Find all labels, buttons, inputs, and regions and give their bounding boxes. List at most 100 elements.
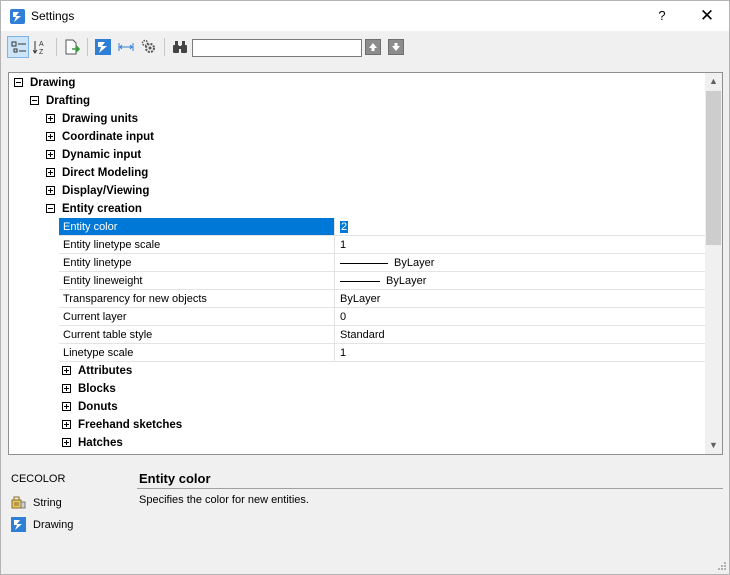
categorized-view-icon (11, 41, 26, 53)
toolbar-separator (164, 38, 165, 56)
property-value[interactable]: 1 (336, 344, 705, 361)
expand-icon[interactable] (62, 402, 71, 411)
title-bar: Settings ? ✕ (1, 1, 729, 31)
property-name: Entity linetype scale (59, 236, 335, 253)
property-value[interactable]: 0 (336, 308, 705, 325)
toolbar-separator (56, 38, 57, 56)
help-button[interactable]: ? (649, 3, 675, 29)
program-options-button[interactable] (138, 36, 160, 58)
tree-node-donuts[interactable]: Donuts (9, 398, 705, 416)
property-name: Current table style (59, 326, 335, 343)
expand-icon[interactable] (46, 132, 55, 141)
tree-node-display-viewing[interactable]: Display/Viewing (9, 182, 705, 200)
settings-tree: Drawing Drafting Drawing units Coordinat… (8, 72, 723, 455)
drawing-settings-button[interactable] (92, 36, 114, 58)
vertical-scrollbar[interactable]: ▲ ▼ (705, 73, 722, 454)
tree-node-label: Drafting (46, 95, 91, 107)
expand-icon[interactable] (46, 186, 55, 195)
property-row-entity-lineweight[interactable]: Entity lineweight ByLayer (59, 272, 705, 290)
variable-scope-label: Drawing (33, 519, 74, 531)
description-text: Specifies the color for new entities. (139, 494, 309, 506)
find-next-button[interactable] (388, 39, 404, 55)
tree-node-coordinate-input[interactable]: Coordinate input (9, 128, 705, 146)
app-icon (10, 9, 25, 24)
scrollbar-thumb[interactable] (706, 91, 721, 245)
tree-node-label: Blocks (78, 383, 116, 395)
gear-icon (141, 39, 155, 53)
property-value[interactable]: ByLayer (336, 290, 705, 307)
dimension-settings-button[interactable] (115, 36, 137, 58)
property-value[interactable]: ByLayer (336, 272, 705, 289)
property-row-transparency[interactable]: Transparency for new objects ByLayer (59, 290, 705, 308)
find-button[interactable] (169, 36, 191, 58)
tree-node-attributes[interactable]: Attributes (9, 362, 705, 380)
expand-icon[interactable] (46, 150, 55, 159)
resize-grip-icon[interactable] (717, 561, 727, 571)
tree-node-blocks[interactable]: Blocks (9, 380, 705, 398)
tree-node-drawing-units[interactable]: Drawing units (9, 110, 705, 128)
categorized-view-button[interactable] (7, 36, 29, 58)
tree-node-hatches[interactable]: Hatches (9, 434, 705, 452)
expand-icon[interactable] (62, 366, 71, 375)
settings-tree-content: Drawing Drafting Drawing units Coordinat… (9, 73, 705, 454)
search-input[interactable] (192, 39, 362, 57)
description-divider (137, 488, 723, 489)
property-value[interactable]: Standard (336, 326, 705, 343)
tree-node-label: Drawing units (62, 113, 139, 125)
settings-window: Settings ? ✕ A Z Drawing Drafting Drawin… (0, 0, 730, 575)
collapse-icon[interactable] (30, 96, 39, 105)
collapse-icon[interactable] (14, 78, 23, 87)
property-value-text: ByLayer (394, 257, 435, 269)
property-row-current-table-style[interactable]: Current table style Standard (59, 326, 705, 344)
arrow-up-icon (369, 43, 377, 51)
property-row-current-layer[interactable]: Current layer 0 (59, 308, 705, 326)
tree-node-label: Attributes (78, 365, 133, 377)
expand-icon[interactable] (46, 168, 55, 177)
variable-type-label: String (33, 497, 62, 509)
property-name: Entity color (59, 218, 335, 235)
tree-node-label: Drawing (30, 77, 76, 89)
expand-icon[interactable] (62, 420, 71, 429)
scroll-up-icon[interactable]: ▲ (705, 73, 722, 90)
property-name: Transparency for new objects (59, 290, 335, 307)
property-name: Entity lineweight (59, 272, 335, 289)
tree-node-freehand-sketches[interactable]: Freehand sketches (9, 416, 705, 434)
property-name: Linetype scale (59, 344, 335, 361)
property-row-linetype-scale[interactable]: Linetype scale 1 (59, 344, 705, 362)
tree-node-direct-modeling[interactable]: Direct Modeling (9, 164, 705, 182)
property-name: Entity linetype (59, 254, 335, 271)
property-row-entity-color[interactable]: Entity color 2 (59, 218, 705, 236)
property-value[interactable]: 1 (336, 236, 705, 253)
collapse-icon[interactable] (46, 204, 55, 213)
tree-node-dynamic-input[interactable]: Dynamic input (9, 146, 705, 164)
close-button[interactable]: ✕ (691, 3, 723, 29)
export-button[interactable] (61, 36, 83, 58)
binoculars-icon (173, 41, 187, 53)
arrow-down-icon (392, 43, 400, 51)
variable-name: CECOLOR (11, 473, 66, 485)
expand-icon[interactable] (46, 114, 55, 123)
tree-node-label: Donuts (78, 401, 118, 413)
linetype-sample (340, 262, 388, 264)
tree-node-drafting[interactable]: Drafting (9, 92, 705, 110)
alphabetical-view-button[interactable]: A Z (30, 36, 52, 58)
expand-icon[interactable] (62, 438, 71, 447)
toolbar: A Z (1, 34, 729, 60)
property-value[interactable]: 2 (336, 218, 705, 235)
property-row-entity-linetype[interactable]: Entity linetype ByLayer (59, 254, 705, 272)
property-row-entity-linetype-scale[interactable]: Entity linetype scale 1 (59, 236, 705, 254)
tree-node-label: Dynamic input (62, 149, 142, 161)
scroll-down-icon[interactable]: ▼ (705, 437, 722, 454)
tree-node-label: Direct Modeling (62, 167, 149, 179)
expand-icon[interactable] (62, 384, 71, 393)
tree-node-label: Freehand sketches (78, 419, 183, 431)
find-previous-button[interactable] (365, 39, 381, 55)
dimension-icon (118, 43, 134, 51)
tree-node-drawing[interactable]: Drawing (9, 74, 705, 92)
property-value-text[interactable]: 2 (340, 221, 349, 233)
tree-node-entity-creation[interactable]: Entity creation (9, 200, 705, 218)
tree-node-label: Display/Viewing (62, 185, 150, 197)
property-name: Current layer (59, 308, 335, 325)
property-value-text: ByLayer (386, 275, 427, 287)
property-value[interactable]: ByLayer (336, 254, 705, 271)
